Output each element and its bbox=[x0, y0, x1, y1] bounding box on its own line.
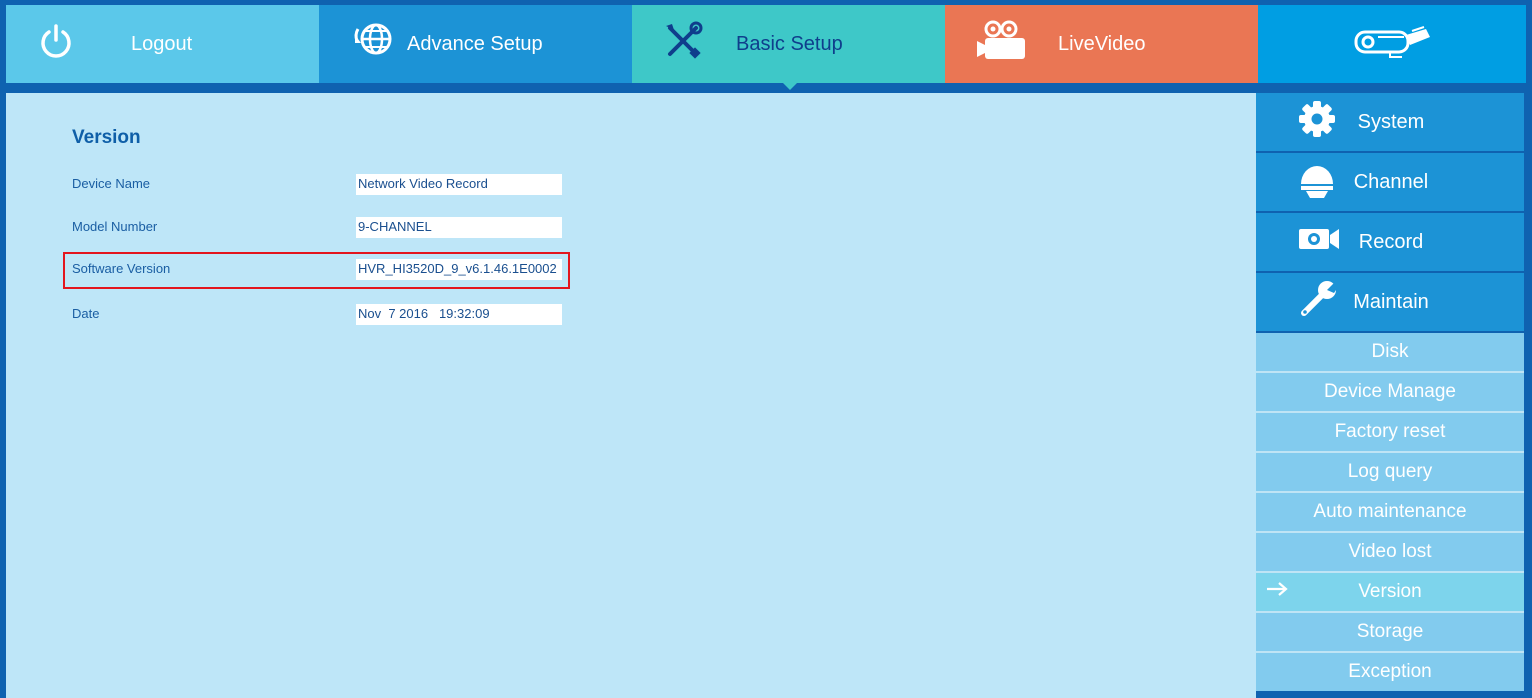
tab-advance-setup[interactable]: Advance Setup bbox=[319, 5, 632, 83]
tools-icon bbox=[662, 20, 704, 68]
submenu-item-device-manage[interactable]: Device Manage bbox=[1256, 373, 1524, 411]
sidebar-item-channel[interactable]: Channel bbox=[1256, 153, 1524, 211]
maintain-submenu: Disk Device Manage Factory reset Log que… bbox=[1256, 333, 1524, 691]
tab-basic-setup-label: Basic Setup bbox=[736, 32, 843, 55]
tab-logout[interactable]: Logout bbox=[6, 5, 319, 83]
submenu-item-version[interactable]: Version bbox=[1256, 573, 1524, 611]
software-version-field: HVR_HI3520D_9_v6.1.46.1E0002 bbox=[356, 259, 562, 280]
submenu-item-label: Video lost bbox=[1348, 541, 1432, 562]
top-navigation: Logout Advance Setup Basic Setup LiveVid… bbox=[6, 5, 1526, 90]
submenu-item-storage[interactable]: Storage bbox=[1256, 613, 1524, 651]
tab-live-video-label: LiveVideo bbox=[1058, 32, 1146, 55]
arrow-right-icon bbox=[1266, 581, 1288, 603]
tab-logout-label: Logout bbox=[131, 32, 193, 55]
version-panel: Version Device Name Network Video Record… bbox=[6, 93, 1256, 698]
power-icon bbox=[38, 23, 74, 65]
movie-camera-icon bbox=[975, 19, 1029, 69]
submenu-item-label: Disk bbox=[1371, 341, 1409, 362]
sidebar-item-record[interactable]: Record bbox=[1256, 213, 1524, 271]
submenu-item-label: Factory reset bbox=[1334, 421, 1446, 442]
submenu-item-label: Auto maintenance bbox=[1313, 501, 1467, 522]
date-label: Date bbox=[72, 306, 100, 321]
field-row-model-number: Model Number 9-CHANNEL bbox=[72, 217, 572, 239]
submenu-item-label: Log query bbox=[1347, 461, 1433, 482]
sidebar-item-record-label: Record bbox=[1358, 230, 1424, 253]
submenu-item-auto-maintenance[interactable]: Auto maintenance bbox=[1256, 493, 1524, 531]
settings-sidebar: System Channel Record Maintain Disk Devi… bbox=[1256, 93, 1524, 698]
tab-live-video[interactable]: LiveVideo bbox=[945, 5, 1258, 83]
submenu-item-label: Storage bbox=[1356, 621, 1424, 642]
device-name-field: Network Video Record bbox=[356, 174, 562, 195]
submenu-item-disk[interactable]: Disk bbox=[1256, 333, 1524, 371]
tab-basic-setup[interactable]: Basic Setup bbox=[632, 5, 945, 90]
brand-logo bbox=[1258, 5, 1526, 83]
model-number-field: 9-CHANNEL bbox=[356, 217, 562, 238]
date-field: Nov 7 2016 19:32:09 bbox=[356, 304, 562, 325]
sidebar-item-maintain[interactable]: Maintain bbox=[1256, 273, 1524, 331]
submenu-item-log-query[interactable]: Log query bbox=[1256, 453, 1524, 491]
camera-logo-icon bbox=[1350, 23, 1434, 65]
submenu-item-label: Exception bbox=[1348, 661, 1432, 682]
sidebar-item-maintain-label: Maintain bbox=[1353, 290, 1429, 313]
model-number-label: Model Number bbox=[72, 219, 158, 234]
submenu-item-factory-reset[interactable]: Factory reset bbox=[1256, 413, 1524, 451]
sidebar-item-system-label: System bbox=[1357, 110, 1425, 133]
tab-advance-setup-label: Advance Setup bbox=[407, 32, 543, 55]
sidebar-item-system[interactable]: System bbox=[1256, 93, 1524, 151]
field-row-device-name: Device Name Network Video Record bbox=[72, 174, 572, 196]
device-name-label: Device Name bbox=[72, 176, 151, 191]
submenu-item-exception[interactable]: Exception bbox=[1256, 653, 1524, 691]
field-row-date: Date Nov 7 2016 19:32:09 bbox=[72, 304, 572, 326]
sidebar-item-channel-label: Channel bbox=[1353, 170, 1429, 193]
field-row-software-version: Software Version HVR_HI3520D_9_v6.1.46.1… bbox=[72, 259, 572, 281]
software-version-label: Software Version bbox=[72, 261, 171, 276]
globe-icon bbox=[351, 21, 395, 67]
page-title: Version bbox=[72, 127, 141, 148]
submenu-item-label: Version bbox=[1358, 581, 1422, 602]
submenu-item-video-lost[interactable]: Video lost bbox=[1256, 533, 1524, 571]
submenu-item-label: Device Manage bbox=[1323, 381, 1457, 402]
